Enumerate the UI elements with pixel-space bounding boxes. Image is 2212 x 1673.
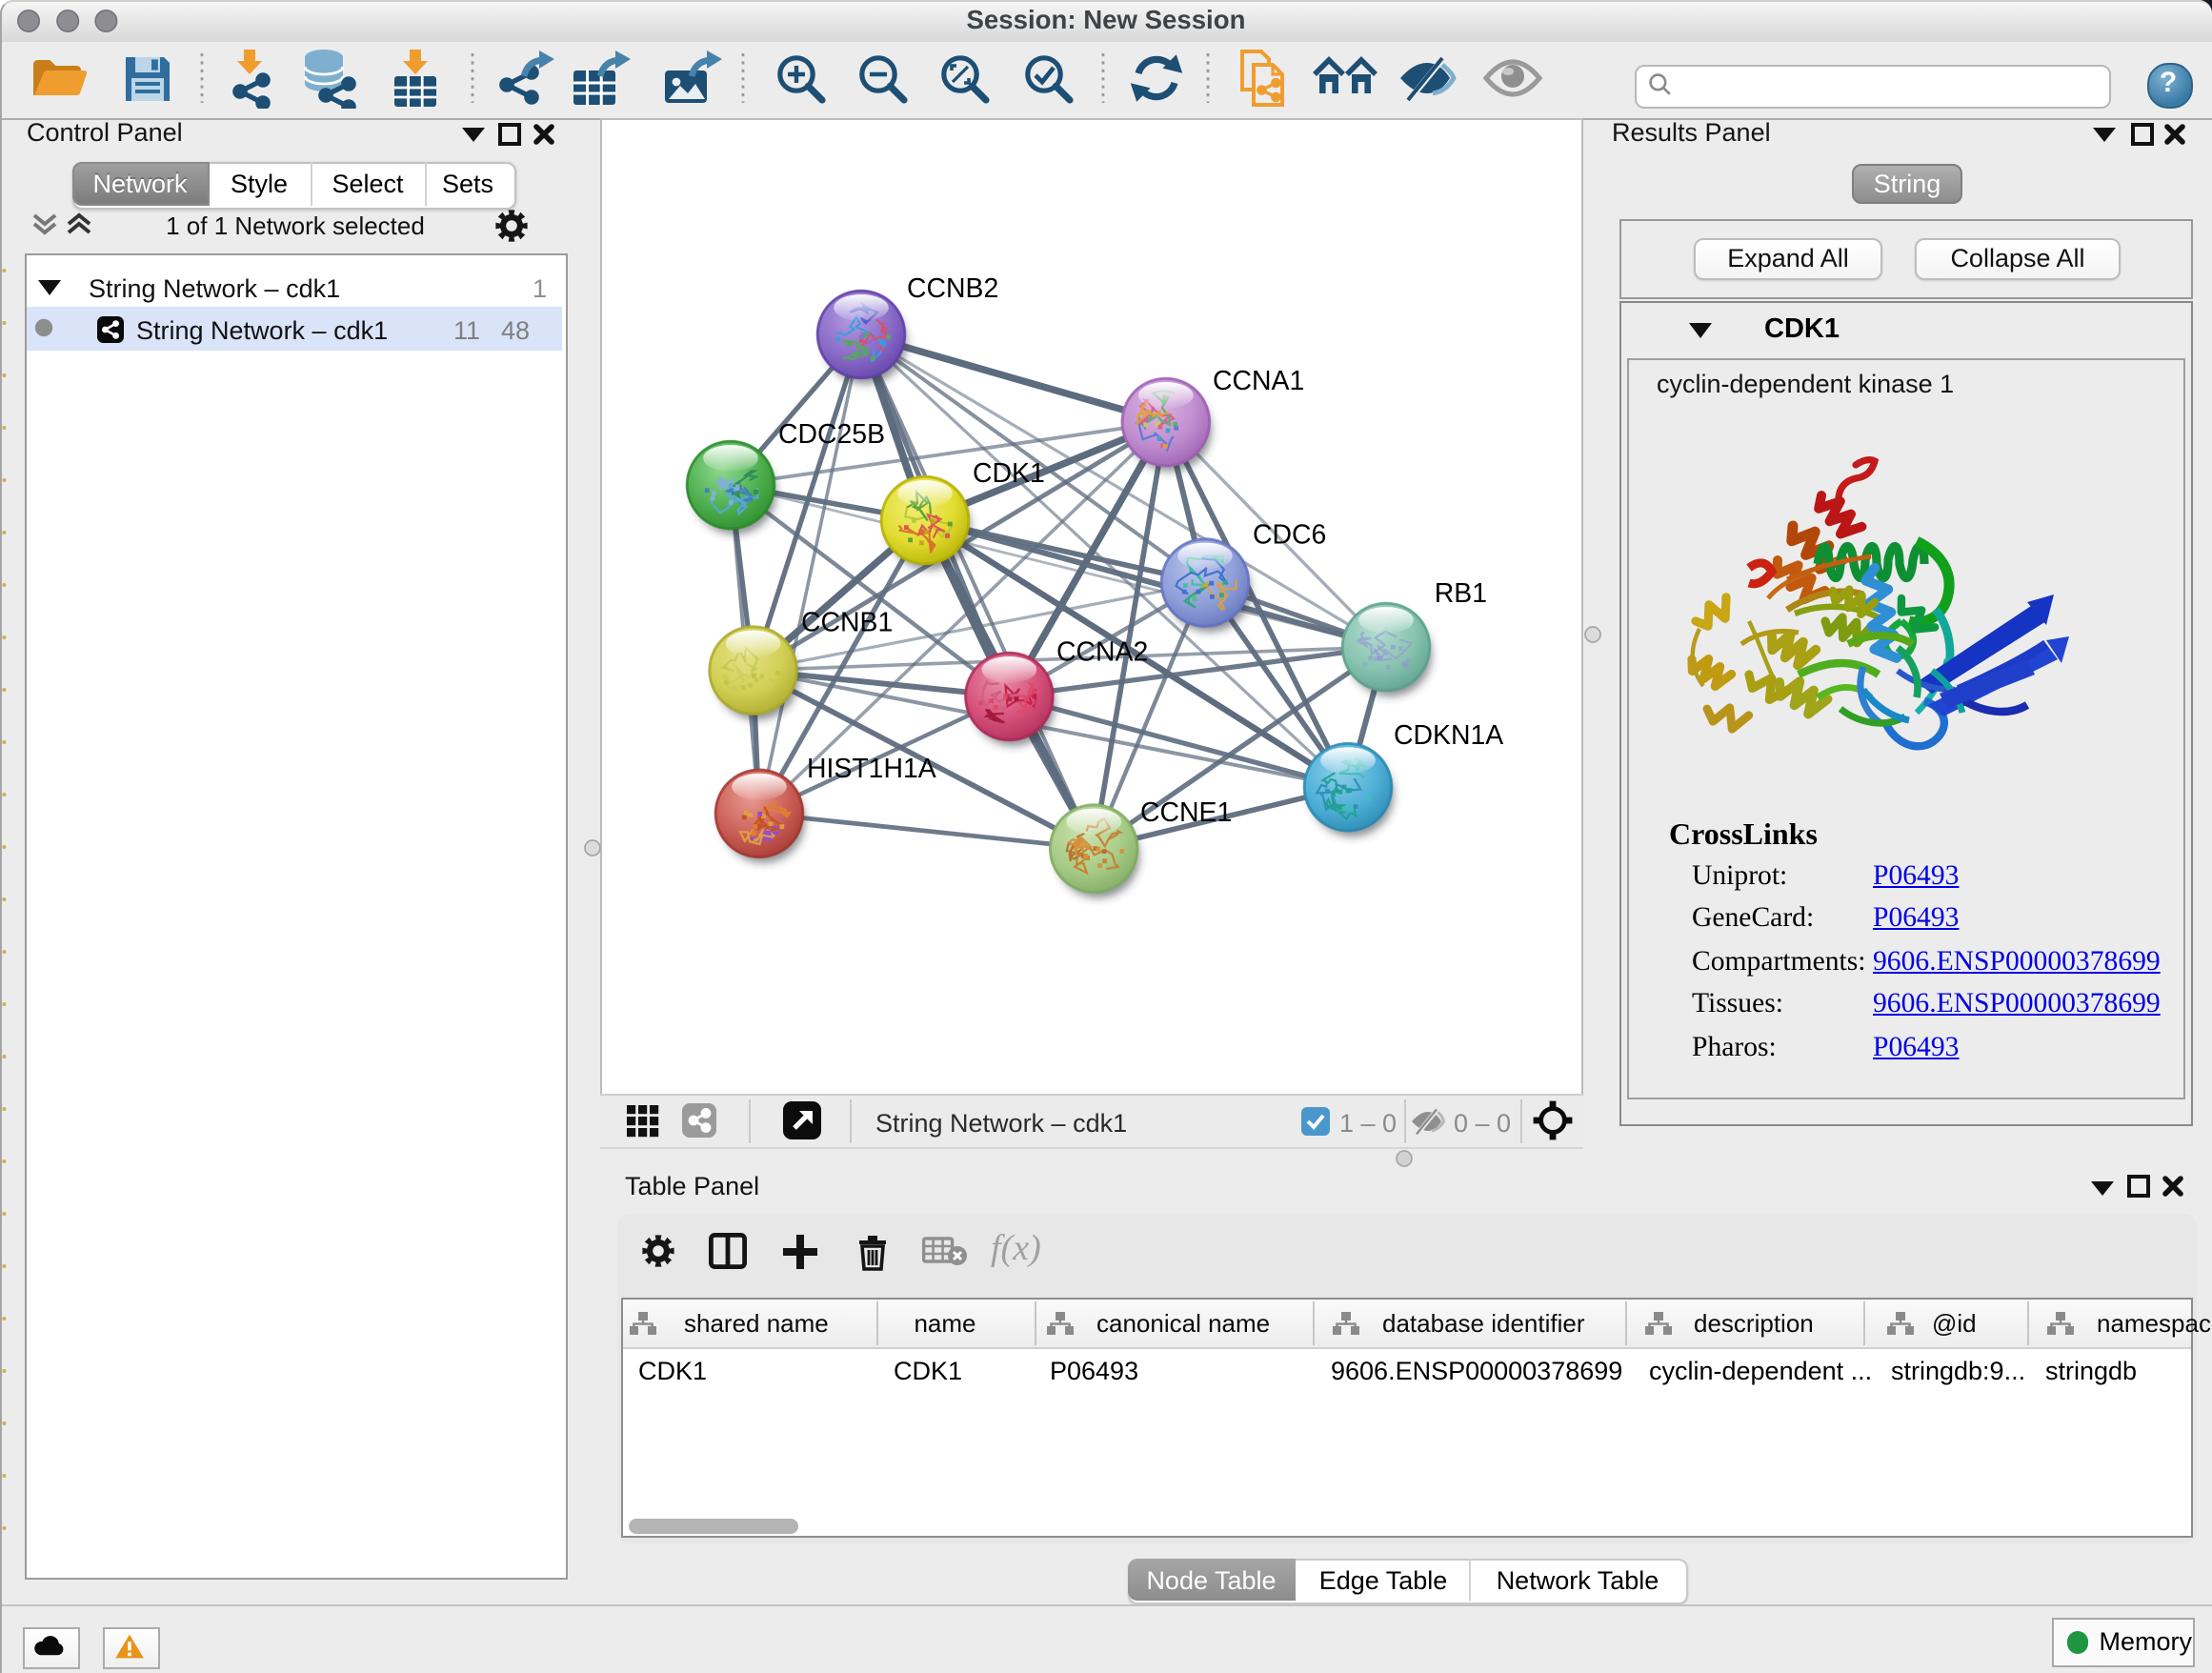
svg-text:CCNB2: CCNB2 bbox=[906, 273, 997, 304]
svg-text:CCNE1: CCNE1 bbox=[1139, 797, 1231, 828]
svg-text:RB1: RB1 bbox=[1434, 578, 1486, 609]
svg-text:CDC6: CDC6 bbox=[1252, 520, 1325, 551]
svg-text:CCNA2: CCNA2 bbox=[1056, 636, 1147, 667]
svg-text:CCNB1: CCNB1 bbox=[800, 608, 892, 638]
svg-text:CDC25B: CDC25B bbox=[777, 419, 884, 450]
svg-text:CCNA1: CCNA1 bbox=[1212, 366, 1303, 396]
svg-text:HIST1H1A: HIST1H1A bbox=[806, 754, 935, 784]
svg-text:CDKN1A: CDKN1A bbox=[1393, 720, 1502, 751]
svg-text:CDK1: CDK1 bbox=[972, 458, 1044, 489]
